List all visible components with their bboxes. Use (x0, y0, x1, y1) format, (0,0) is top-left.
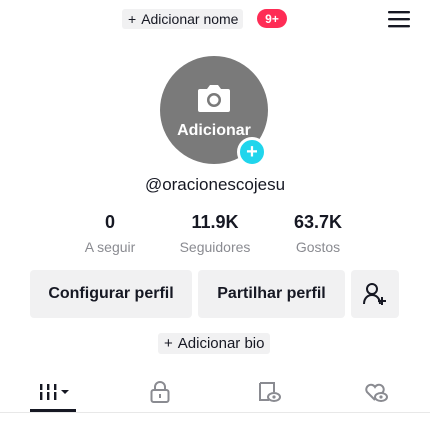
videos-grid-icon (38, 384, 69, 400)
add-bio-label: Adicionar bio (177, 335, 265, 352)
share-profile-button[interactable]: Partilhar perfil (198, 270, 345, 318)
camera-icon (198, 85, 230, 112)
notification-badge[interactable]: 9+ (257, 9, 287, 28)
add-name-label: Adicionar nome (141, 11, 239, 27)
stat-likes[interactable]: 63.7K Gostos (268, 212, 368, 255)
likes-label: Gostos (295, 239, 341, 255)
username: @oracionescojesu (144, 175, 286, 194)
active-tab-indicator (30, 409, 76, 412)
stat-following[interactable]: 0 A seguir (60, 212, 160, 255)
add-name-button[interactable]: + Adicionar nome (122, 9, 244, 29)
liked-heart-icon (365, 383, 388, 402)
add-photo-icon[interactable]: + (237, 137, 267, 167)
edit-profile-button[interactable]: Configurar perfil (30, 270, 192, 318)
add-user-icon (363, 283, 386, 305)
followers-label: Seguidores (179, 239, 251, 255)
profile-tabs (0, 372, 430, 413)
tab-reposts[interactable] (253, 372, 285, 412)
add-friend-button[interactable] (351, 270, 399, 318)
add-bio-button[interactable]: + Adicionar bio (158, 333, 271, 354)
plus-icon: + (128, 11, 137, 27)
lock-icon (150, 381, 170, 403)
tab-liked[interactable] (360, 372, 392, 412)
following-count: 0 (104, 212, 115, 232)
following-label: A seguir (84, 239, 136, 255)
tab-videos[interactable] (30, 372, 76, 412)
plus-icon: + (164, 335, 173, 352)
tab-private[interactable] (145, 372, 175, 412)
top-bar: + Adicionar nome 9+ (0, 0, 430, 36)
likes-count: 63.7K (293, 212, 343, 232)
followers-count: 11.9K (191, 212, 239, 232)
hamburger-menu-icon[interactable] (387, 9, 411, 29)
stat-followers[interactable]: 11.9K Seguidores (165, 212, 265, 255)
repost-icon (259, 382, 281, 402)
